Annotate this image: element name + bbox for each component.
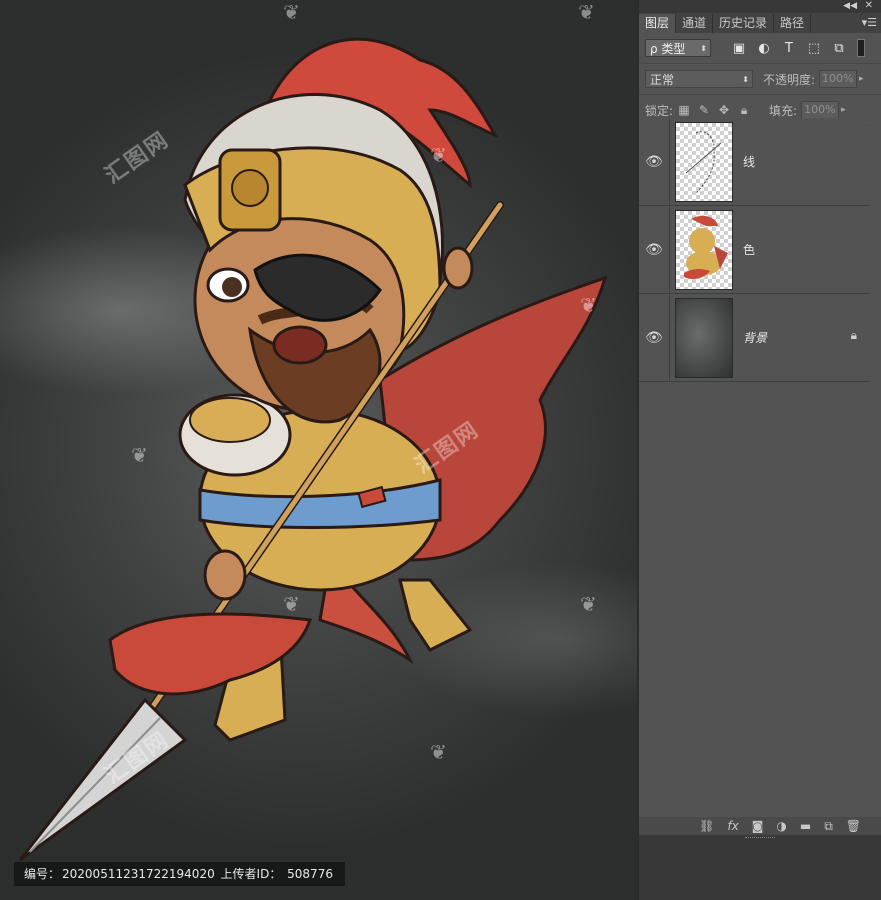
- tab-history[interactable]: 历史记录: [713, 14, 775, 33]
- panel-menu-icon[interactable]: ▾☰: [862, 16, 877, 29]
- watermark-leaf-icon: ❦: [578, 0, 595, 24]
- image-info-bar: 编号： 20200511231722194020 上传者ID： 508776: [14, 862, 345, 886]
- layer-row-background[interactable]: 👁︎ 背景 🔒︎: [639, 294, 869, 382]
- layer-thumbnail: [675, 209, 733, 290]
- layer-thumbnail: [675, 121, 733, 202]
- layer-lock-icon: 🔒︎: [850, 328, 857, 342]
- resize-grip[interactable]: [745, 837, 775, 840]
- watermark-leaf-icon: ❦: [283, 592, 300, 616]
- layers-bottom-toolbar: ⛓ fx ◙ ◑ ▬ ⧉ 🗑︎: [639, 817, 881, 835]
- tab-channels[interactable]: 通道: [676, 14, 714, 33]
- tab-paths[interactable]: 路径: [774, 14, 812, 33]
- filter-adjustment-icon[interactable]: ◐: [754, 41, 774, 56]
- watermark-leaf-icon: ❦: [580, 293, 597, 317]
- layer-name[interactable]: 背景: [743, 329, 767, 346]
- layers-list: 👁︎ 线 👁︎ 色 👁︎ 背景 🔒︎: [639, 118, 869, 818]
- layer-row-lines[interactable]: 👁︎ 线: [639, 118, 869, 206]
- id-value: 20200511231722194020: [62, 867, 215, 881]
- layer-style-fx-icon[interactable]: fx: [727, 819, 738, 833]
- opacity-label: 不透明度:: [763, 72, 816, 87]
- filter-kind-select[interactable]: ρ 类型 ⬍: [645, 39, 711, 57]
- watermark-leaf-icon: ❦: [430, 740, 447, 764]
- blend-row: 正常 ⬍ 不透明度: 100% ▸: [639, 64, 881, 95]
- watermark-leaf-icon: ❦: [283, 0, 300, 24]
- panel-tabs: 图层 通道 历史记录 路径 ▾☰: [639, 13, 881, 33]
- visibility-eye-icon[interactable]: 👁︎: [639, 330, 669, 346]
- layers-panel: ◀◀ ✕ 图层 通道 历史记录 路径 ▾☰ ρ 类型 ⬍ ▣ ◐ T ⬚ ⧉ 正…: [639, 0, 881, 900]
- visibility-eye-icon[interactable]: 👁︎: [639, 154, 669, 170]
- id-label: 编号：: [24, 867, 61, 881]
- uploader-value: 508776: [287, 867, 333, 881]
- close-icon[interactable]: ✕: [865, 0, 873, 11]
- layer-separator: [669, 206, 670, 293]
- filter-type-icon[interactable]: T: [779, 41, 799, 56]
- watermark-leaf-icon: ❦: [131, 443, 148, 467]
- layer-thumbnail: [675, 297, 733, 378]
- layers-scrollbar[interactable]: [871, 118, 881, 818]
- adjustment-layer-icon[interactable]: ◑: [776, 819, 786, 833]
- opacity-dropdown-icon[interactable]: ▸: [859, 74, 864, 84]
- lock-label: 锁定:: [645, 103, 674, 118]
- layer-filter-row: ρ 类型 ⬍ ▣ ◐ T ⬚ ⧉: [639, 33, 881, 64]
- blend-mode-select[interactable]: 正常 ⬍: [645, 70, 753, 88]
- delete-layer-trash-icon[interactable]: 🗑︎: [846, 819, 861, 833]
- fill-field[interactable]: 100%: [801, 101, 840, 119]
- filter-toggle[interactable]: [857, 39, 865, 57]
- layer-row-color[interactable]: 👁︎ 色: [639, 206, 869, 294]
- link-layers-icon[interactable]: ⛓: [699, 819, 714, 833]
- filter-shape-icon[interactable]: ⬚: [804, 41, 824, 56]
- filter-pixel-icon[interactable]: ▣: [729, 41, 749, 56]
- tab-layers[interactable]: 图层: [639, 14, 677, 33]
- lock-position-move-icon[interactable]: ✥: [715, 103, 733, 117]
- visibility-eye-icon[interactable]: 👁︎: [639, 242, 669, 258]
- opacity-field[interactable]: 100%: [819, 70, 858, 88]
- select-arrows-icon: ⬍: [700, 43, 707, 53]
- warrior-illustration: [18, 37, 608, 862]
- select-arrows-icon: ⬍: [742, 74, 749, 84]
- new-group-folder-icon[interactable]: ▬: [800, 819, 811, 833]
- layer-separator: [669, 294, 670, 381]
- uploader-label: 上传者ID：: [220, 867, 282, 881]
- fill-dropdown-icon[interactable]: ▸: [841, 105, 846, 115]
- lock-image-brush-icon[interactable]: ✎: [695, 103, 713, 117]
- filter-smart-object-icon[interactable]: ⧉: [829, 41, 849, 56]
- layer-separator: [669, 118, 670, 205]
- panel-title-strip: ◀◀ ✕: [639, 0, 881, 13]
- layer-name[interactable]: 线: [743, 153, 755, 170]
- document-canvas[interactable]: 汇图网 汇图网 汇图网 ❦ ❦ ❦ ❦ ❦ ❦ ❦ ❦ 编号： 202005112…: [0, 0, 637, 900]
- blend-mode-value: 正常: [650, 72, 675, 87]
- watermark-leaf-icon: ❦: [430, 143, 447, 167]
- layer-name[interactable]: 色: [743, 241, 755, 258]
- add-mask-icon[interactable]: ◙: [752, 819, 764, 833]
- new-layer-icon[interactable]: ⧉: [824, 819, 833, 834]
- watermark-leaf-icon: ❦: [580, 592, 597, 616]
- fill-label: 填充:: [769, 103, 798, 118]
- lock-transparent-icon[interactable]: ▦: [675, 103, 693, 117]
- collapse-panel-icon[interactable]: ◀◀: [843, 1, 857, 11]
- lock-all-icon[interactable]: 🔒︎: [735, 103, 753, 118]
- filter-kind-label: ρ 类型: [650, 41, 686, 56]
- panel-footer: [639, 835, 881, 900]
